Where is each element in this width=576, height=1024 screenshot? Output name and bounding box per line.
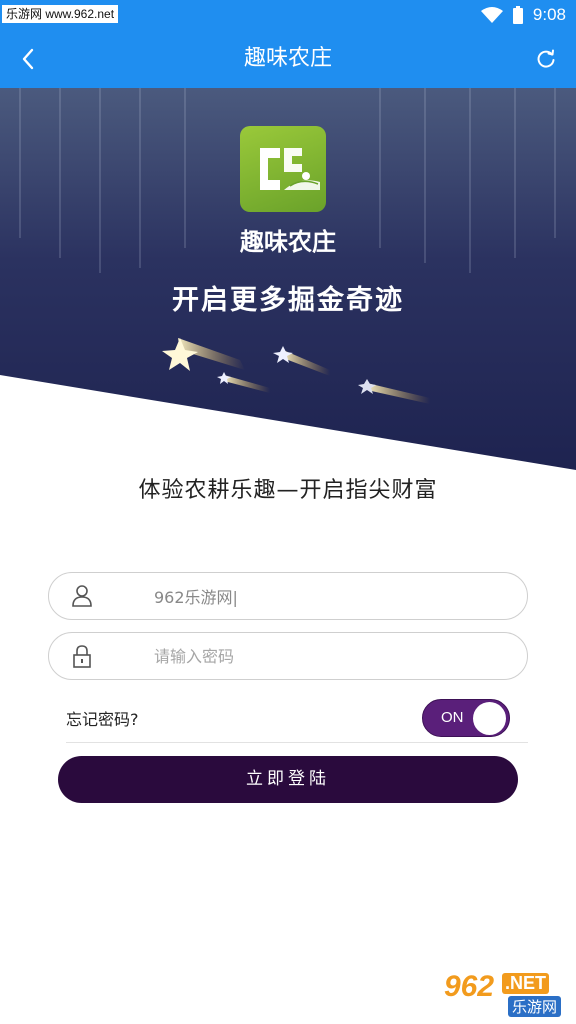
- watermark-top: 乐游网 www.962.net: [2, 5, 119, 23]
- watermark-suffix: .NET: [502, 973, 550, 994]
- chevron-left-icon: [22, 48, 34, 70]
- password-input[interactable]: [154, 641, 494, 671]
- back-button[interactable]: [10, 42, 46, 76]
- watermark-number: 962: [444, 970, 495, 1003]
- wifi-icon: [480, 7, 503, 23]
- refresh-icon: [537, 49, 555, 68]
- toggle-label: ON: [441, 709, 464, 726]
- hero-slogan: 开启更多掘金奇迹: [172, 285, 404, 316]
- user-icon: [72, 585, 92, 607]
- username-input[interactable]: [154, 581, 494, 611]
- status-bar: 乐游网 www.962.net 9:08: [0, 0, 576, 30]
- status-icons: 9:08: [480, 3, 566, 27]
- farm-logo-icon: [240, 126, 326, 212]
- refresh-button[interactable]: [528, 42, 564, 76]
- watermark-logo: 962 .NET 乐游网: [438, 970, 570, 1018]
- lock-icon: [73, 645, 91, 668]
- watermark-cn: 乐游网: [508, 996, 562, 1017]
- page-title: 趣味农庄: [243, 46, 332, 71]
- app-name: 趣味农庄: [240, 228, 336, 256]
- clock: 9:08: [532, 5, 566, 24]
- login-button[interactable]: 立即登陆: [58, 756, 518, 803]
- forgot-password-row: 忘记密码? ON: [66, 697, 528, 743]
- battery-icon: [512, 6, 523, 24]
- tagline: 体验农耕乐趣—开启指尖财富: [138, 478, 438, 503]
- username-field[interactable]: [48, 572, 528, 620]
- forgot-password-link[interactable]: 忘记密码?: [66, 706, 139, 730]
- nav-bar: 趣味农庄: [0, 30, 576, 88]
- remember-toggle[interactable]: ON: [422, 699, 510, 737]
- toggle-knob: [473, 702, 506, 735]
- hero-banner: 趣味农庄 开启更多掘金奇迹: [0, 88, 576, 473]
- password-field[interactable]: [48, 632, 528, 680]
